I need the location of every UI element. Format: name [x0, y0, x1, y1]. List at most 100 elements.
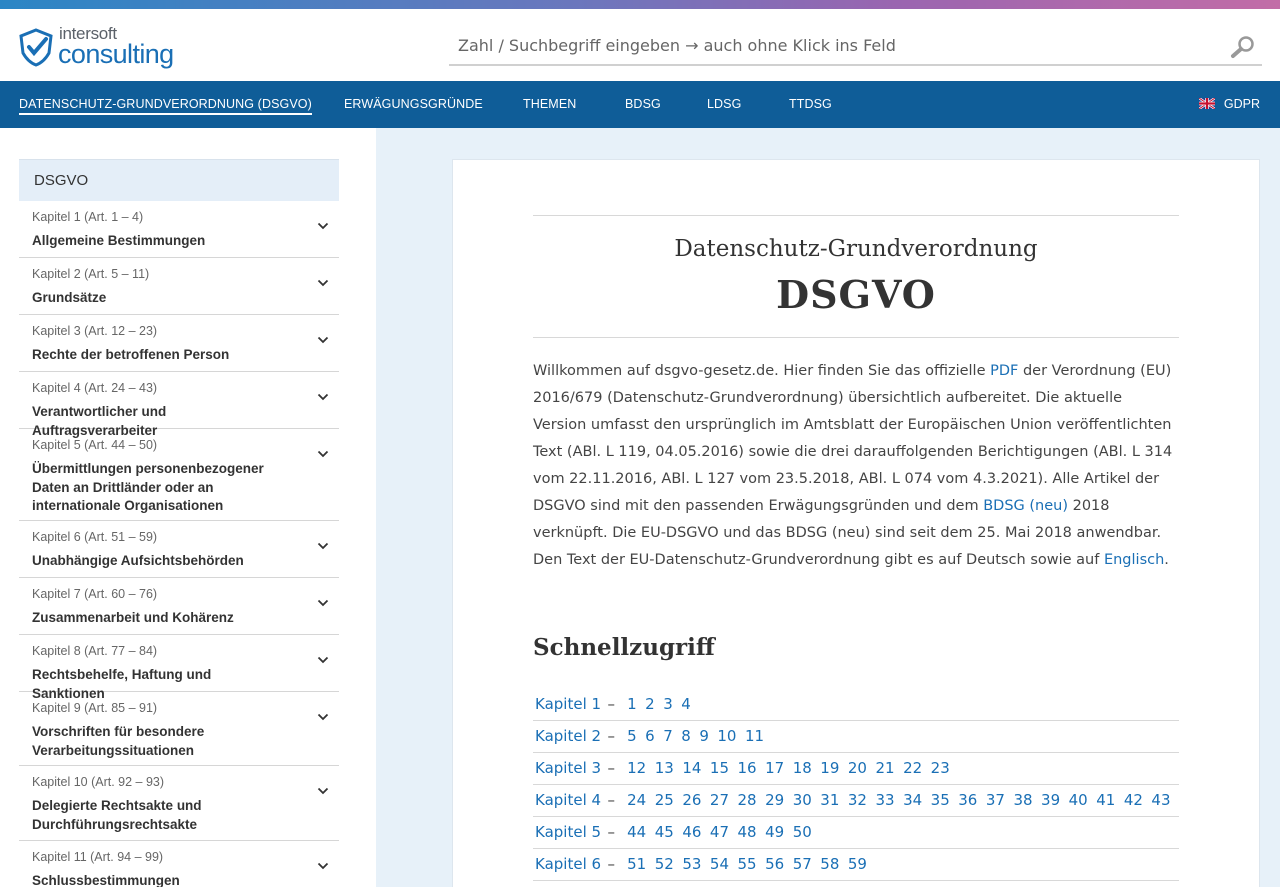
article-link[interactable]: 20: [848, 759, 867, 777]
chevron-down-icon[interactable]: [317, 599, 329, 607]
article-link[interactable]: 47: [710, 823, 729, 841]
quick-chapter-link[interactable]: Kapitel 3: [535, 759, 601, 777]
article-link[interactable]: 22: [903, 759, 922, 777]
article-link[interactable]: 41: [1096, 791, 1115, 809]
article-link[interactable]: 49: [765, 823, 784, 841]
article-link[interactable]: 1: [627, 695, 637, 713]
nav-item-ttdsg[interactable]: TTDSG: [789, 97, 832, 111]
sidebar-chapter-4[interactable]: Kapitel 4 (Art. 24 – 43) Verantwortliche…: [19, 372, 339, 438]
article-link[interactable]: 4: [681, 695, 691, 713]
nav-item-erwaegungsgruende[interactable]: ERWÄGUNGSGRÜNDE: [344, 97, 483, 111]
article-link[interactable]: 17: [765, 759, 784, 777]
article-link[interactable]: 56: [765, 855, 784, 873]
article-link[interactable]: 35: [931, 791, 950, 809]
article-link[interactable]: 38: [1013, 791, 1032, 809]
quick-chapter-link[interactable]: Kapitel 4: [535, 791, 601, 809]
article-link[interactable]: 9: [699, 727, 709, 745]
quick-chapter-link[interactable]: Kapitel 1: [535, 695, 601, 713]
chevron-down-icon[interactable]: [317, 542, 329, 550]
chevron-down-icon[interactable]: [317, 450, 329, 458]
chevron-down-icon[interactable]: [317, 279, 329, 287]
article-link[interactable]: 32: [848, 791, 867, 809]
article-link[interactable]: 18: [793, 759, 812, 777]
sidebar-chapter-1[interactable]: Kapitel 1 (Art. 1 – 4) Allgemeine Bestim…: [19, 201, 339, 258]
article-link[interactable]: 5: [627, 727, 637, 745]
article-link[interactable]: 14: [682, 759, 701, 777]
article-link[interactable]: 37: [986, 791, 1005, 809]
sidebar-chapter-10[interactable]: Kapitel 10 (Art. 92 – 93) Delegierte Rec…: [19, 766, 339, 841]
chevron-down-icon[interactable]: [317, 222, 329, 230]
quick-chapter-link[interactable]: Kapitel 6: [535, 855, 601, 873]
article-link[interactable]: 24: [627, 791, 646, 809]
search-input[interactable]: [449, 26, 1209, 64]
article-link[interactable]: 19: [820, 759, 839, 777]
article-link[interactable]: 26: [682, 791, 701, 809]
article-link[interactable]: 58: [820, 855, 839, 873]
quick-chapter-link[interactable]: Kapitel 5: [535, 823, 601, 841]
sidebar-chapter-2[interactable]: Kapitel 2 (Art. 5 – 11) Grundsätze: [19, 258, 339, 315]
article-link[interactable]: 33: [875, 791, 894, 809]
article-link[interactable]: 42: [1124, 791, 1143, 809]
nav-item-ldsg[interactable]: LDSG: [707, 97, 741, 111]
sidebar-chapter-11[interactable]: Kapitel 11 (Art. 94 – 99) Schlussbestimm…: [19, 841, 339, 887]
article-link[interactable]: 21: [875, 759, 894, 777]
chevron-down-icon[interactable]: [317, 862, 329, 870]
sidebar-chapter-5[interactable]: Kapitel 5 (Art. 44 – 50) Übermittlungen …: [19, 429, 339, 521]
english-link[interactable]: Englisch: [1104, 552, 1164, 568]
article-link[interactable]: 13: [655, 759, 674, 777]
article-link[interactable]: 54: [710, 855, 729, 873]
nav-item-themen[interactable]: THEMEN: [523, 97, 576, 111]
article-link[interactable]: 53: [682, 855, 701, 873]
article-link[interactable]: 59: [848, 855, 867, 873]
article-link[interactable]: 57: [793, 855, 812, 873]
article-link[interactable]: 11: [745, 727, 764, 745]
quick-chapter-link[interactable]: Kapitel 2: [535, 727, 601, 745]
article-link[interactable]: 36: [958, 791, 977, 809]
article-link[interactable]: 40: [1069, 791, 1088, 809]
chevron-down-icon[interactable]: [317, 713, 329, 721]
language-switch-gdpr[interactable]: GDPR: [1198, 97, 1260, 111]
article-link[interactable]: 55: [738, 855, 757, 873]
article-link[interactable]: 27: [710, 791, 729, 809]
sidebar-chapter-6[interactable]: Kapitel 6 (Art. 51 – 59) Unabhängige Auf…: [19, 521, 339, 578]
chevron-down-icon[interactable]: [317, 787, 329, 795]
article-link[interactable]: 39: [1041, 791, 1060, 809]
article-link[interactable]: 23: [931, 759, 950, 777]
chevron-down-icon[interactable]: [317, 656, 329, 664]
article-link[interactable]: 31: [820, 791, 839, 809]
article-link[interactable]: 7: [663, 727, 673, 745]
article-link[interactable]: 52: [655, 855, 674, 873]
article-link[interactable]: 45: [655, 823, 674, 841]
article-link[interactable]: 16: [738, 759, 757, 777]
article-link[interactable]: 43: [1151, 791, 1170, 809]
article-link[interactable]: 34: [903, 791, 922, 809]
sidebar-chapter-7[interactable]: Kapitel 7 (Art. 60 – 76) Zusammenarbeit …: [19, 578, 339, 635]
article-link[interactable]: 50: [793, 823, 812, 841]
article-link[interactable]: 30: [793, 791, 812, 809]
article-link[interactable]: 44: [627, 823, 646, 841]
article-link[interactable]: 8: [681, 727, 691, 745]
search-icon[interactable]: [1230, 35, 1256, 59]
article-link[interactable]: 29: [765, 791, 784, 809]
nav-item-bdsg[interactable]: BDSG: [625, 97, 661, 111]
article-link[interactable]: 10: [717, 727, 736, 745]
article-link[interactable]: 51: [627, 855, 646, 873]
sidebar-chapter-8[interactable]: Kapitel 8 (Art. 77 – 84) Rechtsbehelfe, …: [19, 635, 339, 701]
article-link[interactable]: 15: [710, 759, 729, 777]
article-link[interactable]: 12: [627, 759, 646, 777]
article-link[interactable]: 3: [663, 695, 673, 713]
sidebar-chapter-9[interactable]: Kapitel 9 (Art. 85 – 91) Vorschriften fü…: [19, 692, 339, 766]
article-link[interactable]: 46: [682, 823, 701, 841]
bdsg-link[interactable]: BDSG (neu): [983, 498, 1068, 514]
sidebar-chapter-3[interactable]: Kapitel 3 (Art. 12 – 23) Rechte der betr…: [19, 315, 339, 372]
article-link[interactable]: 28: [738, 791, 757, 809]
article-link[interactable]: 2: [645, 695, 655, 713]
article-link[interactable]: 6: [645, 727, 655, 745]
article-link[interactable]: 48: [738, 823, 757, 841]
chevron-down-icon[interactable]: [317, 336, 329, 344]
article-link[interactable]: 25: [655, 791, 674, 809]
nav-item-dsgvo[interactable]: DATENSCHUTZ-GRUNDVERORDNUNG (DSGVO): [19, 97, 312, 115]
chevron-down-icon[interactable]: [317, 393, 329, 401]
intersoft-logo[interactable]: intersoft consulting: [16, 25, 186, 69]
pdf-link[interactable]: PDF: [990, 363, 1018, 379]
